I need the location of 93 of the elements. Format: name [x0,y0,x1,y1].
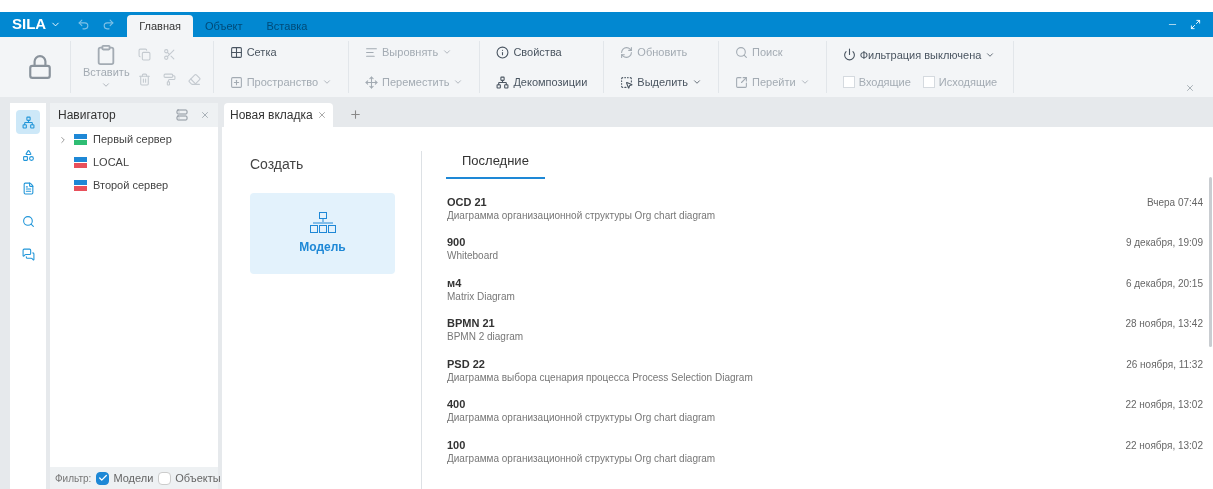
recent-item[interactable]: PSD 22 Диаграмма выбора сценария процесса Process Selection Diagram 26 ноября, 11:32 [446,354,1203,395]
item-date: 6 декабря, 20:15 [1125,276,1203,291]
item-date: 26 ноября, 11:32 [1126,357,1203,372]
item-description: BPMN 2 diagram [447,330,525,343]
item-title: PSD 22 [447,356,486,371]
scissors-icon [162,48,176,61]
document-icon [21,181,35,195]
item-description: Matrix Diagram [447,289,516,303]
recent-item[interactable]: OCD 21 Диаграмма организационной структуры Org chart diagram Вчера 07:44 [446,192,1203,233]
ribbon-tab[interactable]: Главная [127,15,194,37]
ribbon-button[interactable]: Свойства [492,41,592,63]
hierarchy-icon [21,115,35,129]
item-date: 9 декабря, 19:09 [1125,236,1203,250]
caret-icon [442,47,453,57]
search-icon [735,45,749,59]
tree-item[interactable]: Второй сервер [50,177,218,194]
tool-button[interactable] [187,73,201,86]
item-description: Диаграмма выбора сценария процесса Process Selection Diagram [447,370,754,384]
tool-button[interactable] [137,48,151,61]
select-icon [620,75,634,89]
item-date: 28 ноября, 13:42 [1125,317,1203,331]
maximize-icon[interactable] [1190,19,1201,30]
sidebar-button[interactable] [16,110,40,134]
checkbox-label: Объекты [175,470,221,486]
caret-icon [799,77,810,87]
tool-button[interactable] [162,73,176,86]
item-title: м4 [447,275,463,290]
checkbox-label: Модели [113,470,154,486]
server-add-icon[interactable] [176,109,188,121]
item-description: Диаграмма организационной структуры Org chart diagram [447,208,717,222]
undo-icon[interactable] [77,18,91,31]
shapes-icon [21,148,35,162]
recent-item[interactable]: м4 Matrix Diagram 6 декабря, 20:15 [446,273,1203,314]
close-icon[interactable] [316,110,327,120]
scrollbar[interactable] [1209,177,1212,347]
add-tab-icon[interactable] [348,108,362,121]
filter-label: Фильтр: [55,471,92,486]
recent-item[interactable]: 900 Whiteboard 9 декабря, 19:09 [446,233,1203,274]
checkbox-label: Исходящие [938,74,998,90]
lock-icon [27,54,53,80]
ribbon-button[interactable]: Сетка [225,41,336,63]
close-icon[interactable] [200,110,210,120]
item-date: Вчера 07:44 [1146,195,1203,210]
hierarchy-icon [309,211,336,234]
panel-title: Навигатор [58,107,117,124]
trash-icon [137,73,151,86]
ribbon-button[interactable]: Фильтрация выключена [838,43,1002,66]
paint-roller-icon [162,73,176,86]
caret-icon [692,77,703,87]
item-title: OCD 21 [447,194,488,209]
external-link-icon [735,75,749,89]
expand-icon[interactable] [58,134,68,145]
item-title: 100 [447,437,467,452]
item-date: 22 ноября, 13:02 [1125,398,1203,412]
recent-item[interactable]: 100 Диаграмма организационной структуры Org chart diagram 22 ноября, 13:02 [446,435,1203,476]
align-icon [365,45,378,59]
checkbox[interactable] [96,471,110,485]
close-icon[interactable] [1185,83,1195,93]
move-icon [365,75,378,89]
checkbox[interactable] [158,471,172,485]
tree-item[interactable]: LOCAL [50,154,218,171]
info-icon [496,45,510,59]
document-tab[interactable]: Новая вкладка [224,103,333,127]
search-icon [21,214,35,228]
caret-icon [453,77,464,87]
recent-item[interactable]: BPMN 21 BPMN 2 diagram 28 ноября, 13:42 [446,314,1203,355]
app-logo: SILA [12,14,47,35]
tree-item[interactable]: Первый сервер [50,131,218,148]
grid-icon [229,45,243,59]
ribbon-button[interactable]: Выделить [616,71,707,93]
power-icon [842,48,856,62]
tool-button[interactable] [162,48,176,61]
item-title: BPMN 21 [447,316,496,330]
plus-square-icon [229,75,243,89]
item-description: Whiteboard [447,249,500,262]
recent-item[interactable]: 400 Диаграмма организационной структуры Org chart diagram 22 ноября, 13:02 [446,395,1203,436]
tool-button[interactable] [137,73,151,86]
recent-tab[interactable]: Последние [446,151,545,179]
item-title: 900 [447,235,467,249]
ribbon-button[interactable]: Декомпозиции [492,71,592,93]
item-description: Диаграмма организационной структуры Org chart diagram [447,411,717,424]
chat-icon [21,247,35,261]
caret-icon [322,77,332,87]
hierarchy-icon [496,75,510,89]
redo-icon[interactable] [102,18,116,31]
checkbox-label: Входящие [858,74,911,90]
refresh-icon [620,45,634,59]
item-description: Диаграмма организационной структуры Org chart diagram [447,451,717,465]
section-title: Создать [250,155,305,174]
item-title: 400 [447,397,467,411]
eraser-icon [187,73,201,86]
copy-icon [137,48,151,61]
item-date: 22 ноября, 13:02 [1125,438,1203,453]
